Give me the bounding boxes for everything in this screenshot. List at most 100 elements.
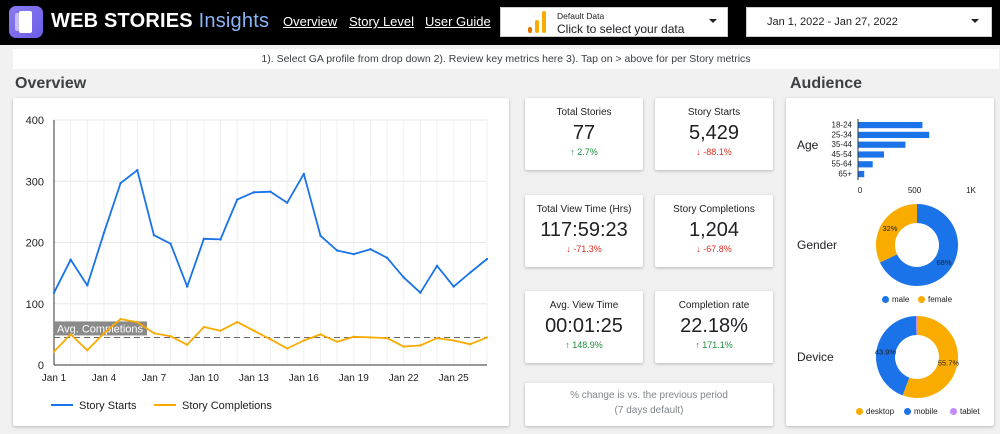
app-title: WEB STORIES Insights [51,10,269,33]
data-point [136,169,139,172]
data-source-select[interactable]: Default Data Click to select your data [500,7,728,37]
x-tick-label: Jan 19 [339,373,369,384]
data-point [352,335,355,339]
legend-item-mobile: mobile [904,407,938,416]
data-point [435,336,439,340]
age-bar [858,141,906,148]
kpi-value: 77 [572,122,596,144]
x-tick-label: Jan 13 [239,373,269,384]
nav-story-level-link[interactable]: Story Level [349,14,414,29]
period-note-line2: (7 days default) [614,405,684,416]
kpi-label: Completion rate [678,300,750,311]
data-point [169,242,172,245]
data-source-label: Default Data [557,11,605,21]
kpi-change: ↑ 2.7% [525,147,643,157]
brand-light: Insights [198,10,270,32]
kpi-card-story-starts: Story Starts 5,429 ↓ -88.1% [655,98,773,170]
legend-dot [856,408,863,416]
age-bar [858,171,865,178]
data-point [235,198,239,201]
kpi-card-total-view-time-hrs: Total View Time (Hrs) 117:59:23 ↓ -71.3% [525,195,643,267]
data-point [452,339,455,342]
date-range-select[interactable]: Jan 1, 2022 - Jan 27, 2022 [746,7,992,37]
donut-slice-female [876,204,917,263]
age-tick-label: 1K [966,186,976,195]
x-tick-label: Jan 1 [42,373,67,384]
nav-user-guide-link[interactable]: User Guide [425,14,491,29]
kpi-card-story-completions: Story Completions 1,204 ↓ -67.8% [655,195,773,267]
gender-donut-chart: 68% 32% [876,204,958,286]
kpi-card-avg-view-time: Avg. View Time 00:01:25 ↑ 148.9% [525,291,643,363]
brand-bold: WEB STORIES [51,10,193,32]
data-point [385,336,389,340]
kpi-label: Story Starts [687,107,741,118]
legend-item-female: female [918,295,952,304]
data-point [102,331,106,335]
kpi-change-value: -67.8% [703,244,732,254]
data-source-value: Click to select your data [557,22,685,36]
y-tick-label: 400 [26,115,44,127]
x-tick-label: Jan 25 [439,373,469,384]
data-point [435,264,439,267]
nav-overview-link[interactable]: Overview [283,14,337,29]
data-point [102,231,106,234]
kpi-card-completion-rate: Completion rate 22.18% ↑ 171.1% [655,291,773,363]
x-tick-label: Jan 22 [389,373,419,384]
legend-item-tablet: tablet [950,407,980,416]
age-category-label: 65+ [838,170,852,179]
data-point [319,333,322,336]
data-point [469,342,472,346]
data-point [202,237,206,241]
kpi-value: 22.18% [680,315,748,337]
data-point [119,317,122,321]
data-point [469,271,472,274]
data-point [52,350,56,353]
data-point [269,190,272,193]
kpi-value: 1,204 [688,219,740,241]
data-point [86,284,89,287]
age-tick-label: 0 [858,186,863,195]
period-note-card: % change is vs. the previous period (7 d… [525,383,773,426]
data-point [186,285,189,288]
kpi-change: ↓ -67.8% [655,244,773,254]
data-point [319,234,322,237]
age-bar [858,161,873,168]
age-category-label: 45-54 [832,150,853,159]
kpi-label: Avg. View Time [549,300,619,311]
data-point [285,347,289,350]
data-point [252,191,256,194]
data-point [485,257,489,261]
data-point [235,320,239,324]
legend-item-male: male [882,295,909,304]
data-point [219,238,222,241]
analytics-icon [528,11,546,33]
data-point [369,336,372,339]
data-point [136,320,139,324]
data-point [202,325,206,329]
data-point [269,338,272,341]
kpi-card-total-stories: Total Stories 77 ↑ 2.7% [525,98,643,170]
legend-label: male [892,295,910,304]
data-point [69,258,72,261]
data-point [69,333,72,336]
app-header: WEB STORIES Insights Overview Story Leve… [0,0,1000,45]
audience-card: Age 18-24 25-34 35-44 45-54 55-64 65+ 0 500 1K G… [786,98,994,426]
data-point [285,201,289,204]
data-point [52,291,56,294]
data-point [352,252,355,256]
age-bar [858,122,923,129]
legend-item-desktop: desktop [856,407,894,416]
age-category-label: 18-24 [832,121,853,130]
data-point [152,233,156,237]
y-tick-label: 300 [26,176,44,188]
age-category-label: 55-64 [832,160,853,169]
legend-label: tablet [960,407,980,416]
story-book-icon [9,6,43,38]
data-point [485,336,489,339]
date-range-value: Jan 1, 2022 - Jan 27, 2022 [767,16,898,28]
kpi-change: ↑ 171.1% [655,340,773,350]
data-point [169,335,172,338]
kpi-change: ↓ -71.3% [525,244,643,254]
kpi-change: ↓ -88.1% [655,147,773,157]
kpi-label: Total Stories [556,107,612,118]
